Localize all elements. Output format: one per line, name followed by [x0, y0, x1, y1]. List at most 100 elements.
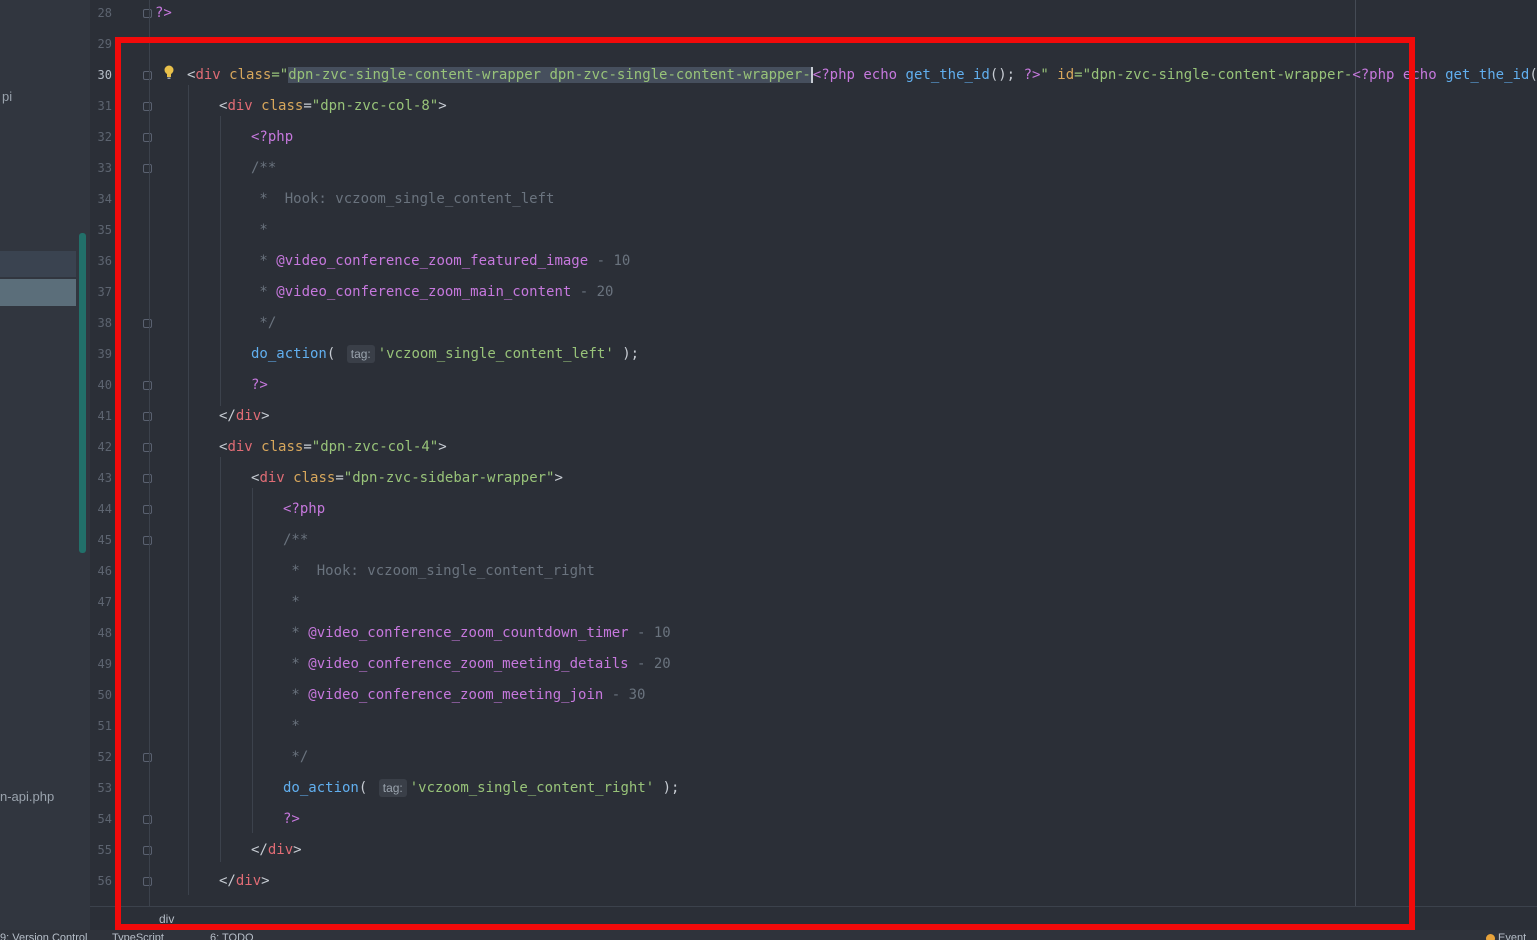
code-line-37: * @video_conference_zoom_main_content - …: [251, 282, 613, 302]
fold-marker-icon[interactable]: [143, 877, 152, 886]
breadcrumb[interactable]: div: [159, 912, 174, 926]
parameter-hint: tag:: [378, 779, 407, 797]
fold-marker-icon[interactable]: [143, 71, 152, 80]
fold-marker-icon[interactable]: [143, 164, 152, 173]
code-editor[interactable]: ?> <div class="dpn-zvc-single-content-wr…: [155, 0, 1537, 906]
doc-priority: - 10: [628, 625, 671, 641]
selected-class-value[interactable]: dpn-zvc-single-content-wrapper dpn-zvc-s…: [288, 67, 813, 83]
line-number-current: 30: [97, 68, 112, 82]
line-number: 44: [97, 502, 112, 516]
code-line-41: </div>: [219, 408, 270, 424]
sidebar-row-hover[interactable]: [0, 251, 76, 277]
doc-comment: * Hook: vczoom_single_content_right: [283, 563, 595, 579]
doc-tag: @video_conference_zoom_meeting_join: [308, 687, 604, 703]
line-number: 41: [97, 409, 112, 423]
fold-marker-icon[interactable]: [143, 443, 152, 452]
doc-priority: - 20: [628, 656, 671, 672]
php-open: <?php: [1352, 67, 1395, 83]
doc-tag: @video_conference_zoom_main_content: [276, 284, 572, 300]
function-name: get_the_id: [1445, 67, 1530, 83]
line-number: 46: [97, 564, 112, 578]
sidebar-item-partial-top[interactable]: pi: [2, 89, 12, 104]
line-number: 47: [97, 595, 112, 609]
line-number: 39: [97, 347, 112, 361]
code-line-45: /**: [283, 530, 308, 550]
doc-comment: *: [283, 594, 300, 610]
line-number: 33: [97, 161, 112, 175]
breadcrumb-bar: div: [90, 906, 1537, 931]
fold-marker-icon[interactable]: [143, 319, 152, 328]
doc-star: *: [283, 687, 309, 703]
doc-comment: */: [251, 315, 277, 331]
doc-tag: @video_conference_zoom_featured_image: [276, 253, 589, 269]
code-line-47: *: [283, 592, 300, 612]
fold-marker-icon[interactable]: [143, 474, 152, 483]
attr-value: "dpn-zvc-sidebar-wrapper": [343, 470, 555, 486]
fold-marker-icon[interactable]: [143, 505, 152, 514]
attr-eq: =": [271, 67, 289, 83]
fold-marker-icon[interactable]: [143, 102, 152, 111]
tool-event-log[interactable]: Event: [1486, 932, 1526, 940]
line-number: 40: [97, 378, 112, 392]
line-number: 31: [97, 99, 112, 113]
doc-comment: */: [283, 749, 309, 765]
line-number: 42: [97, 440, 112, 454]
doc-star: *: [251, 284, 277, 300]
sidebar-scrollbar[interactable]: [79, 233, 86, 553]
sidebar-item-file[interactable]: n-api.php: [0, 789, 54, 804]
php-open: <?php: [251, 129, 294, 145]
parameter-hint: tag:: [346, 345, 375, 363]
indent-guide: [188, 85, 189, 895]
tool-todo[interactable]: 6: TODO: [210, 932, 254, 940]
doc-tag: @video_conference_zoom_countdown_timer: [308, 625, 629, 641]
code-line-54: ?>: [283, 809, 300, 829]
line-number: 45: [97, 533, 112, 547]
fold-marker-icon[interactable]: [143, 536, 152, 545]
quote: ": [1040, 67, 1049, 83]
attr-value: "dpn-zvc-col-4": [311, 439, 439, 455]
code-line-44: <?php: [283, 499, 325, 519]
fold-marker-icon[interactable]: [143, 846, 152, 855]
code-line-56: </div>: [219, 873, 270, 889]
doc-comment: /**: [283, 532, 309, 548]
call-parens: ();: [989, 67, 1016, 83]
fold-marker-icon[interactable]: [143, 412, 152, 421]
html-tag: div: [235, 873, 262, 889]
code-line-34: * Hook: vczoom_single_content_left: [251, 189, 554, 209]
tool-version-control[interactable]: 9: Version Control: [0, 932, 87, 940]
php-close: ?>: [251, 377, 268, 393]
attr-class: class: [261, 98, 304, 114]
doc-star: *: [283, 625, 309, 641]
paren-open: (: [326, 346, 336, 362]
code-line-31: <div class="dpn-zvc-col-8">: [219, 98, 447, 114]
php-echo: echo: [863, 67, 898, 83]
line-number: 50: [97, 688, 112, 702]
code-line-32: <?php: [251, 127, 293, 147]
html-tag: div: [267, 842, 294, 858]
attr-class: class: [261, 439, 304, 455]
code-line-30: <div class="dpn-zvc-single-content-wrapp…: [187, 65, 1537, 85]
line-number: 53: [97, 781, 112, 795]
code-line-51: *: [283, 716, 299, 736]
doc-comment: *: [251, 222, 268, 238]
warning-icon: [1486, 933, 1495, 940]
html-tag: div: [195, 67, 221, 83]
fold-marker-icon[interactable]: [143, 9, 152, 18]
fold-marker-icon[interactable]: [143, 381, 152, 390]
function-name: do_action: [251, 346, 327, 362]
fold-marker-icon[interactable]: [143, 753, 152, 762]
code-line-48: * @video_conference_zoom_countdown_timer…: [283, 623, 671, 643]
code-line-38: */: [251, 313, 276, 333]
indent-guide: [220, 116, 221, 406]
sidebar-row-selected[interactable]: [0, 279, 76, 306]
function-name: get_the_id: [905, 67, 990, 83]
indent-guide: [220, 457, 221, 862]
line-number: 49: [97, 657, 112, 671]
paren-open: (: [358, 780, 368, 796]
tool-typescript[interactable]: TypeScript: [112, 932, 164, 940]
doc-star: *: [251, 253, 277, 269]
attr-id: id: [1057, 67, 1075, 83]
fold-marker-icon[interactable]: [143, 815, 152, 824]
fold-marker-icon[interactable]: [143, 133, 152, 142]
call-close: );: [654, 780, 680, 796]
